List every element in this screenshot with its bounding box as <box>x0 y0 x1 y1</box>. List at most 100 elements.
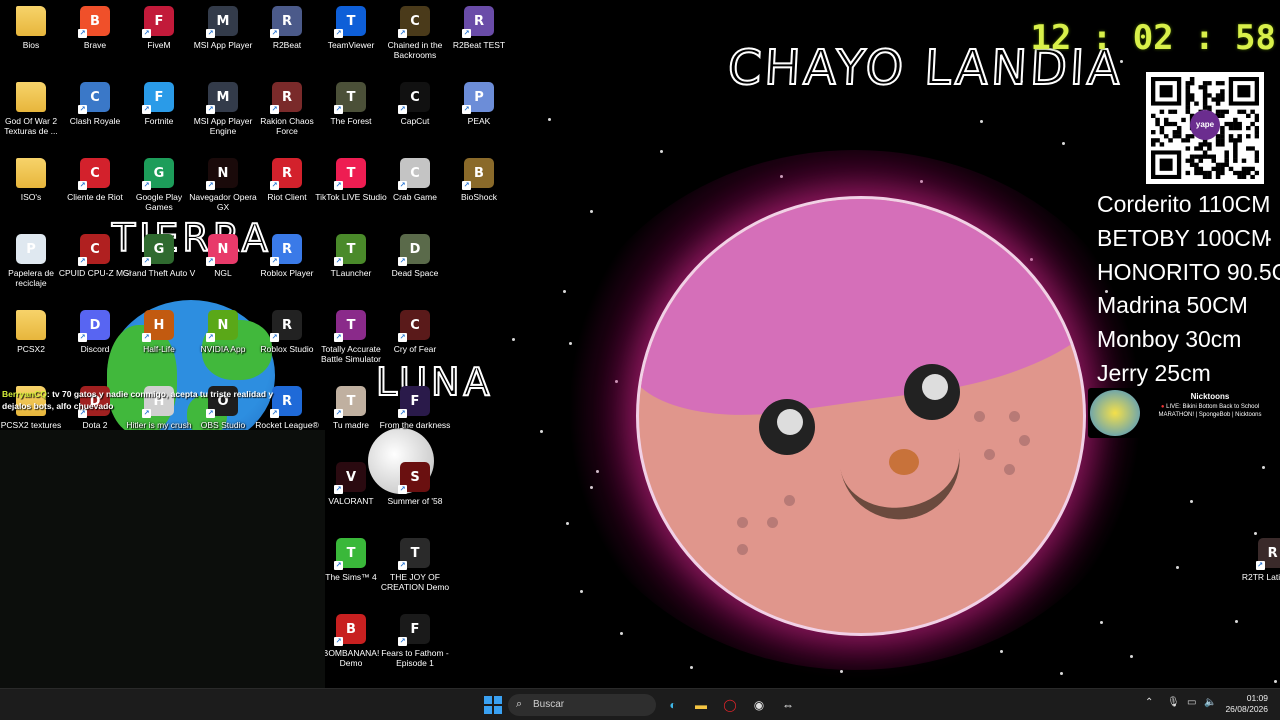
nvidia-icon: N ↗ <box>206 310 238 342</box>
desktop-icon-from-the-darkness[interactable]: F ↗ From the darkness <box>380 386 450 460</box>
desktop-icon-teamviewer[interactable]: T ↗ TeamViewer <box>319 6 383 80</box>
shortcut-arrow-icon: ↗ <box>398 105 407 114</box>
planet-face-drawing <box>636 196 1086 636</box>
shortcut-arrow-icon: ↗ <box>270 181 279 190</box>
riot-client-icon: C ↗ <box>78 158 110 190</box>
summer-58-icon: S ↗ <box>398 462 430 494</box>
fortnite-icon: F ↗ <box>142 82 174 114</box>
notification-title: Nicktoons <box>1190 392 1230 401</box>
desktop-icon-r2beat[interactable]: R ↗ R2Beat <box>255 6 319 80</box>
opera-gx-icon[interactable]: ◯ <box>719 694 741 716</box>
shortcut-arrow-icon: ↗ <box>142 29 151 38</box>
from-the-darkness-icon: F ↗ <box>398 386 430 418</box>
desktop-icon-roblox-player[interactable]: R ↗ Roblox Player <box>255 234 319 308</box>
desktop-icon-label: NVIDIA App <box>200 344 246 354</box>
shortcut-arrow-icon: ↗ <box>398 29 407 38</box>
opera-gx-icon: N ↗ <box>206 158 238 190</box>
valorant-icon: V ↗ <box>334 462 366 494</box>
show-hidden-icons-chevron-icon[interactable]: ⌃ <box>1145 697 1153 708</box>
desktop-icon-ngl[interactable]: N ↗ NGL <box>191 234 255 308</box>
desktop-icon-tu-madre[interactable]: T ↗ Tu madre <box>319 386 383 460</box>
chained-backrooms-icon: C ↗ <box>398 6 430 38</box>
desktop-icon-cpuid-cpu-z-msi[interactable]: C ↗ CPUID CPU-Z MSI <box>59 234 131 308</box>
shortcut-arrow-icon: ↗ <box>334 29 343 38</box>
shortcut-arrow-icon: ↗ <box>206 29 215 38</box>
desktop-icon-fortnite[interactable]: F ↗ Fortnite <box>127 82 191 156</box>
desktop-icon-tiktok-live-studio[interactable]: T ↗ TikTok LIVE Studio <box>315 158 387 232</box>
desktop-icon-the-sims-4[interactable]: T ↗ The Sims™ 4 <box>319 538 383 612</box>
desktop-icon-nvidia-app[interactable]: N ↗ NVIDIA App <box>191 310 255 384</box>
ranking-row: Jerry 25cm <box>1097 359 1211 386</box>
desktop-icon-cry-of-fear[interactable]: C ↗ Cry of Fear <box>383 310 447 384</box>
edge-icon[interactable]: ◐ <box>662 694 684 716</box>
obs-icon[interactable]: ◉ <box>748 694 770 716</box>
shortcut-arrow-icon: ↗ <box>398 333 407 342</box>
desktop-icon-riot-client[interactable]: R ↗ Riot Client <box>255 158 319 232</box>
start-button[interactable] <box>482 694 504 716</box>
microphone-icon[interactable]: 🎙 <box>1167 697 1180 708</box>
desktop-icon-crab-game[interactable]: C ↗ Crab Game <box>383 158 447 232</box>
desktop-icon-chained-in-the-backrooms[interactable]: C ↗ Chained in the Backrooms <box>383 6 447 80</box>
ranking-row: Monboy 30cm <box>1097 326 1242 353</box>
desktop-icon-god-of-war-2-texturas-de[interactable]: God Of War 2 Texturas de ... <box>0 82 63 156</box>
crab-game-icon: C ↗ <box>398 158 430 190</box>
desktop-icon-summer-of-58[interactable]: S ↗ Summer of '58 <box>383 462 447 536</box>
file-explorer-icon[interactable]: ▬ <box>690 694 712 716</box>
desktop-icon-totally-accurate-battle-simulator[interactable]: T ↗ Totally Accurate Battle Simulator <box>319 310 383 384</box>
star <box>660 150 663 153</box>
ranking-row: HONORITO 90.5C <box>1097 258 1280 285</box>
desktop-icon-papelera-de-reciclaje[interactable]: P Papelera de reciclaje <box>0 234 63 308</box>
cry-of-fear-icon: C ↗ <box>398 310 430 342</box>
desktop-icon-label: Grand Theft Auto V <box>122 268 196 278</box>
desktop-icon-label: PEAK <box>467 116 491 126</box>
desktop-icon-bioshock[interactable]: B ↗ BioShock <box>447 158 511 232</box>
desktop-icon-label: BioShock <box>461 192 497 202</box>
desktop-icon-navegador-opera-gx[interactable]: N ↗ Navegador Opera GX <box>189 158 257 232</box>
star <box>690 666 693 669</box>
desktop-icon-r2beat-test[interactable]: R ↗ R2Beat TEST <box>447 6 511 80</box>
desktop-icon-discord[interactable]: D ↗ Discord <box>63 310 127 384</box>
dead-space-icon: D ↗ <box>398 234 430 266</box>
taskbar-clock[interactable]: 01:09 26/08/2026 <box>1208 693 1268 715</box>
desktop-icon-fivem[interactable]: F ↗ FiveM <box>127 6 191 80</box>
shortcut-arrow-icon: ↗ <box>206 181 215 190</box>
shortcut-arrow-icon: ↗ <box>142 105 151 114</box>
desktop-icon-google-play-games[interactable]: G ↗ Google Play Games <box>127 158 191 232</box>
desktop-icon-msi-app-player[interactable]: M ↗ MSI App Player <box>191 6 255 80</box>
shortcut-arrow-icon: ↗ <box>334 561 343 570</box>
live-notification[interactable]: Nicktoons ● LIVE: Bikini Bottom Back to … <box>1088 388 1274 438</box>
desktop-icon-dead-space[interactable]: D ↗ Dead Space <box>383 234 447 308</box>
desktop-icon-clash-royale[interactable]: C ↗ Clash Royale <box>63 82 127 156</box>
shortcut-arrow-icon: ↗ <box>398 485 407 494</box>
desktop-icon-capcut[interactable]: C ↗ CapCut <box>383 82 447 156</box>
desktop-icon-fears-to-fathom-episode-1[interactable]: F ↗ Fears to Fathom - Episode 1 <box>381 614 449 688</box>
taskbar-search[interactable]: ⌕ Buscar <box>508 694 656 716</box>
ranking-list: Corderito 110CM BETOBY 100CM HONORITO 90.5… <box>1097 188 1280 391</box>
teamviewer-icon[interactable]: ⇔ <box>777 694 799 716</box>
desktop-icon-brave[interactable]: B ↗ Brave <box>63 6 127 80</box>
desktop-icon-peak[interactable]: P ↗ PEAK <box>447 82 511 156</box>
bioshock-icon: B ↗ <box>462 158 494 190</box>
desktop-icon-rakion-chaos-force[interactable]: R ↗ Rakion Chaos Force <box>255 82 319 156</box>
desktop-icon-roblox-studio[interactable]: R ↗ Roblox Studio <box>255 310 319 384</box>
desktop-icon-msi-app-player-engine[interactable]: M ↗ MSI App Player Engine <box>191 82 255 156</box>
chat-username: BerryanCQ <box>2 389 47 399</box>
desktop-icon-half-life[interactable]: H ↗ Half-Life <box>127 310 191 384</box>
display-icon[interactable]: ▭ <box>1187 697 1196 708</box>
desktop-icon-label: TLauncher <box>330 268 372 278</box>
desktop-icon-label: The Sims™ 4 <box>325 572 377 582</box>
shortcut-arrow-icon: ↗ <box>398 409 407 418</box>
search-icon: ⌕ <box>516 698 523 710</box>
desktop-icon-the-forest[interactable]: T ↗ The Forest <box>319 82 383 156</box>
desktop-icon-the-joy-of-creation-demo[interactable]: T ↗ THE JOY OF CREATION Demo <box>381 538 449 612</box>
desktop-icon-bombanana-demo[interactable]: B ↗ BOMBANANA! Demo <box>319 614 383 688</box>
desktop-icon-iso-s[interactable]: ISO's <box>0 158 63 232</box>
desktop-icon-bios[interactable]: Bios <box>0 6 63 80</box>
taskbar-date: 26/08/2026 <box>1225 704 1268 714</box>
desktop-icon-r2tr-latin-v3-3[interactable]: R↗ R2TR Latin v3.3 <box>1241 538 1280 612</box>
desktop-icon-tlauncher[interactable]: T ↗ TLauncher <box>319 234 383 308</box>
desktop-icon-cliente-de-riot[interactable]: C ↗ Cliente de Riot <box>63 158 127 232</box>
desktop-icon-valorant[interactable]: V ↗ VALORANT <box>319 462 383 536</box>
desktop-icon-pcsx2[interactable]: PCSX2 <box>0 310 63 384</box>
desktop-icon-grand-theft-auto-v[interactable]: G ↗ Grand Theft Auto V <box>123 234 195 308</box>
